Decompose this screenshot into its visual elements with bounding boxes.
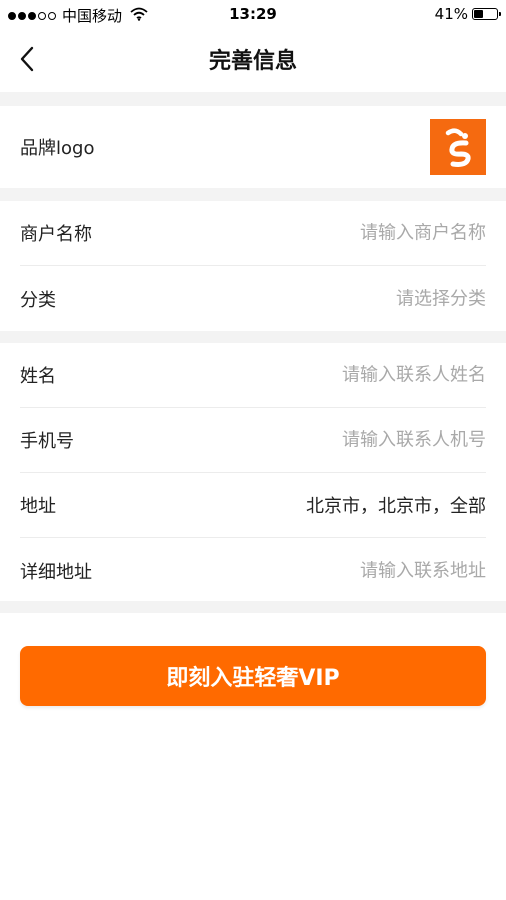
nav-bar: 完善信息 xyxy=(0,30,506,92)
address-label: 地址 xyxy=(20,496,56,517)
status-bar-right: 41% xyxy=(434,5,501,23)
battery-icon xyxy=(472,8,501,20)
brand-logo-label: 品牌logo xyxy=(20,138,95,159)
merchant-section: 商户名称 分类 xyxy=(0,201,506,331)
contact-section: 姓名 手机号 地址 北京市，北京市，全部 详细地址 xyxy=(0,343,506,601)
merchant-name-label: 商户名称 xyxy=(20,224,92,245)
address-value[interactable]: 北京市，北京市，全部 xyxy=(226,492,486,518)
merchant-name-input[interactable] xyxy=(226,222,486,244)
section-divider xyxy=(0,188,506,201)
brand-logo-row[interactable]: 品牌logo xyxy=(20,106,486,188)
merchant-name-row: 商户名称 xyxy=(20,201,486,266)
contact-name-input[interactable] xyxy=(226,364,486,386)
category-row[interactable]: 分类 xyxy=(20,266,486,331)
phone-label: 手机号 xyxy=(20,431,74,452)
page-title: 完善信息 xyxy=(208,49,297,74)
brand-logo-image[interactable] xyxy=(430,119,486,175)
category-select[interactable] xyxy=(226,288,486,309)
detail-address-label: 详细地址 xyxy=(20,561,92,583)
detail-address-row: 详细地址 xyxy=(20,538,486,603)
address-row[interactable]: 地址 北京市，北京市，全部 xyxy=(20,473,486,538)
phone-input[interactable] xyxy=(226,429,486,451)
status-time: 13:29 xyxy=(229,5,277,23)
detail-address-input[interactable] xyxy=(226,560,486,581)
section-divider xyxy=(0,92,506,106)
submit-button[interactable]: 即刻入驻轻奢VIP xyxy=(20,646,486,706)
section-divider xyxy=(0,331,506,343)
brand-logo-icon xyxy=(445,128,471,167)
brand-section: 品牌logo xyxy=(0,106,506,188)
contact-name-row: 姓名 xyxy=(20,343,486,408)
status-bar: 中国移动 13:29 41% xyxy=(0,0,506,30)
battery-percent: 41% xyxy=(434,5,468,23)
section-divider xyxy=(0,601,506,613)
category-label: 分类 xyxy=(20,289,56,311)
phone-row: 手机号 xyxy=(20,408,486,473)
contact-name-label: 姓名 xyxy=(20,366,56,387)
